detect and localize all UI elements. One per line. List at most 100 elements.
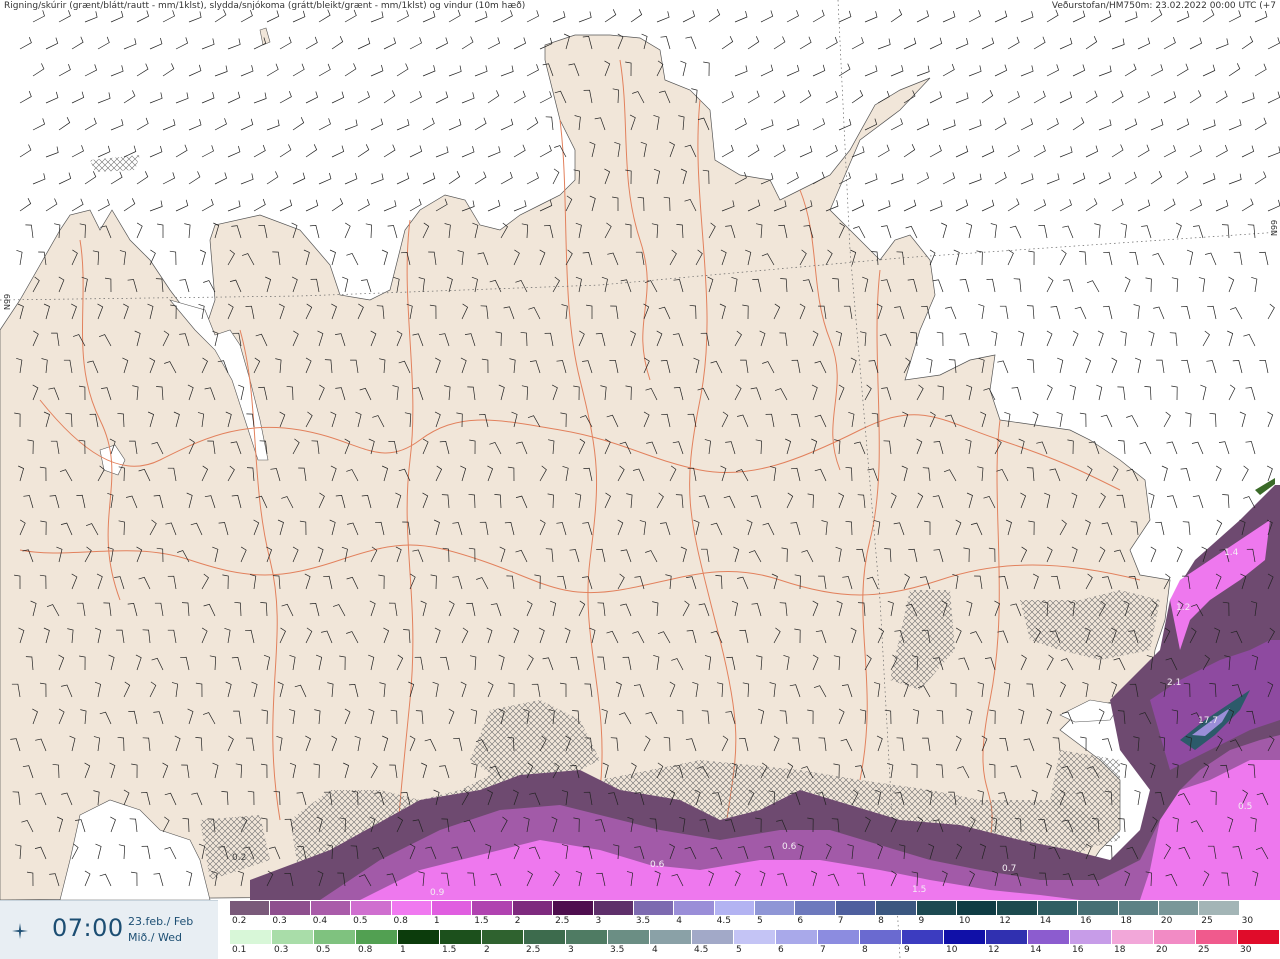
snow-legend-labels: 0.2 0.3 0.4 0.5 0.8 1 1.5 2 2.5 3 3.5 4 4.5 5 6 7 8 9 10 12…: [230, 916, 1280, 928]
legend-label: 25: [1198, 945, 1210, 955]
precip-value-label: 0.9: [430, 888, 445, 898]
legend-swatch: [398, 930, 440, 944]
legend-label: 4: [676, 916, 682, 926]
legend-label: 0.2: [232, 916, 247, 926]
legend-label: 18: [1120, 916, 1132, 926]
legend-label: 3: [568, 945, 574, 955]
legend-swatch: [524, 930, 566, 944]
legend-label: 14: [1030, 945, 1042, 955]
legend-label: 0.3: [274, 945, 289, 955]
legend-label: 8: [878, 916, 884, 926]
legend-swatch: [795, 901, 836, 915]
legend-swatch: [270, 901, 311, 915]
legend-label: 0.1: [232, 945, 247, 955]
legend-swatch: [1199, 901, 1240, 915]
legend-swatch: [986, 930, 1028, 944]
legend-label: 5: [757, 916, 763, 926]
legend-swatch: [957, 901, 998, 915]
legend-label: 20: [1156, 945, 1168, 955]
legend-label: 6: [797, 916, 804, 926]
legend-label: 2: [514, 916, 521, 926]
legend-label: 0.8: [393, 916, 408, 926]
legend-label: 2.5: [526, 945, 541, 955]
precip-value-label: 1.2: [1176, 603, 1190, 613]
precip-value-label: 0.7: [1002, 864, 1016, 874]
legend-swatch: [818, 930, 860, 944]
legend-swatch: [391, 901, 432, 915]
legend-swatch: [1078, 901, 1119, 915]
legend-label: 14: [1039, 916, 1052, 926]
legend-swatch: [835, 901, 877, 915]
map-title: Rigning/skúrir (grænt/blátt/rautt - mm/1…: [4, 1, 526, 11]
legend-swatch: [1028, 930, 1070, 944]
legend-label: 3.5: [635, 916, 651, 926]
legend-swatch: [1238, 930, 1280, 944]
legend-label: 16: [1080, 916, 1092, 926]
precip-value-label: 1.5: [912, 885, 926, 895]
legend-swatch: [608, 930, 650, 944]
precip-value-label: 17.7: [1198, 716, 1218, 726]
legend-swatch: [310, 901, 352, 915]
legend-label: 0.4: [312, 916, 328, 926]
legend-label: 1: [433, 916, 440, 926]
legend-label: 1.5: [442, 945, 457, 955]
legend-label: 0.8: [358, 945, 373, 955]
legend-label: 20: [1160, 916, 1173, 926]
weather-app-icon[interactable]: [10, 921, 30, 941]
rain-legend-labels: 0.1 0.3 0.5 0.8 1 1.5 2 2.5 3 3.5 4 4.5 5 6 7 8 9 10 12 14 1…: [230, 945, 1280, 957]
legend-swatch: [566, 930, 608, 944]
legend-swatch: [1196, 930, 1238, 944]
legend-swatch: [1037, 901, 1079, 915]
legend-swatch: [593, 901, 634, 915]
legend-swatch: [512, 901, 554, 915]
precip-value-label: 1.4: [1224, 548, 1239, 558]
legend-label: 6: [778, 945, 784, 955]
snow-color-legend: [230, 901, 1280, 915]
legend-swatch: [674, 901, 715, 915]
legend-label: 9: [904, 945, 910, 955]
legend-swatch: [1070, 930, 1112, 944]
rain-color-legend: [230, 930, 1280, 944]
legend-swatch: [876, 901, 917, 915]
legend-label: 0.5: [353, 916, 368, 926]
legend-swatch: [1158, 901, 1200, 915]
legend-swatch: [1112, 930, 1154, 944]
legend-label: 1: [400, 945, 406, 955]
legend-swatch: [230, 930, 272, 944]
legend-label: 18: [1114, 945, 1126, 955]
weather-map[interactable]: 1.4 1.2 2.1 17.7 0.5 0.7 1.5 0.6 0.6 0.9…: [0, 0, 1280, 958]
legend-swatch: [482, 930, 524, 944]
legend-swatch: [1239, 901, 1280, 915]
legend-label: 4.5: [716, 916, 731, 926]
legend-swatch: [944, 930, 986, 944]
legend-swatch: [633, 901, 675, 915]
graticule-label: N99: [3, 293, 12, 310]
forecast-weekday: Mið./ Wed: [128, 931, 182, 944]
legend-label: 4: [652, 945, 658, 955]
precip-value-label: 2.1: [1167, 678, 1181, 688]
legend-swatch: [230, 901, 271, 915]
legend-swatch: [734, 930, 776, 944]
legend-swatch: [272, 930, 314, 944]
legend-label: 2: [484, 945, 490, 955]
legend-swatch: [916, 901, 958, 915]
legend-label: 3: [595, 916, 602, 926]
legend-swatch: [440, 930, 482, 944]
legend-label: 9: [918, 916, 925, 926]
legend-swatch: [650, 930, 692, 944]
legend-swatch: [997, 901, 1038, 915]
legend-label: 25: [1201, 916, 1213, 926]
legend-swatch: [755, 901, 796, 915]
legend-swatch: [776, 930, 818, 944]
legend-swatch: [553, 901, 594, 915]
legend-swatch: [714, 901, 756, 915]
graticule-label: N99: [1270, 219, 1279, 236]
legend-label: 0.5: [316, 945, 331, 955]
legend-label: 1.5: [474, 916, 489, 926]
legend-swatch: [692, 930, 734, 944]
legend-swatch: [351, 901, 392, 915]
legend-swatch: [902, 930, 944, 944]
legend-swatch: [356, 930, 398, 944]
time-panel: 07:00 23.feb./ Feb Mið./ Wed: [0, 900, 218, 959]
legend-label: 5: [736, 945, 742, 955]
